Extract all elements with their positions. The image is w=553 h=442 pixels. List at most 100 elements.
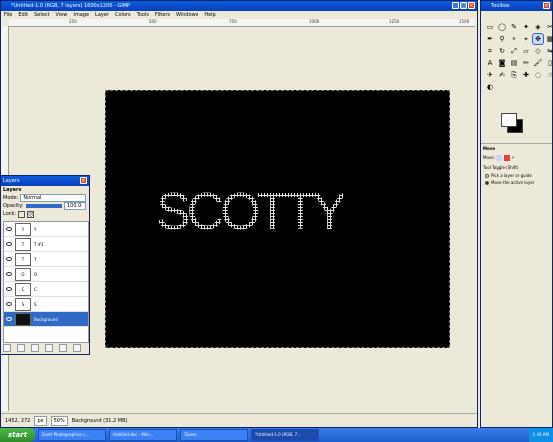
horizontal-ruler[interactable]: 250 500 750 1000 1250 1500 [9,19,475,27]
option-move-active[interactable]: Move the active layer [481,179,552,186]
start-button[interactable]: start [0,428,36,442]
layer-row[interactable]: Y Y [4,222,88,237]
zoom-icon[interactable]: ⚬ [509,34,519,44]
eye-icon[interactable] [6,302,12,306]
opacity-input[interactable]: 100.0 [64,202,86,210]
maximize-button[interactable]: □ [460,2,467,9]
foreground-color-swatch[interactable] [501,113,517,127]
layer-row[interactable]: T T [4,252,88,267]
image-canvas[interactable]: SCOTTY [105,90,450,348]
menu-file[interactable]: File [4,11,12,19]
menu-filters[interactable]: Filters [155,11,170,19]
layer-name[interactable]: Y [34,227,36,232]
smudge-icon[interactable]: ☝ [545,70,553,80]
convolve-icon[interactable]: ◌ [533,70,543,80]
align-icon[interactable]: ▦ [545,34,553,44]
layers-titlebar[interactable]: Layers × [1,176,89,186]
ellipse-select-icon[interactable]: ◯ [497,22,507,32]
opacity-slider[interactable] [25,204,62,208]
taskbar-item-word[interactable]: Untitled.doc - Micr... [109,429,178,441]
window-titlebar[interactable]: *Untitled-1.0 (RGB, 7 layers) 1600x1200 … [1,1,477,11]
anchor-layer-icon[interactable] [59,344,67,352]
text-icon[interactable]: A [485,58,495,68]
heal-icon[interactable]: ✚ [521,70,531,80]
move-layer-mode-icon[interactable] [496,155,503,161]
rect-select-icon[interactable]: ▭ [485,22,495,32]
rotate-icon[interactable]: ↻ [497,46,507,56]
option-pick-layer[interactable]: Pick a layer or guide [481,172,552,179]
layer-row-selected[interactable]: Background [4,312,88,327]
delete-layer-icon[interactable] [73,344,81,352]
layer-name[interactable]: T #1 [34,242,44,247]
pencil-icon[interactable]: ✏ [521,58,531,68]
toolbox-close-button[interactable]: × [543,2,550,9]
airbrush-icon[interactable]: ✈ [485,70,495,80]
toolbox-titlebar[interactable]: Toolbox × [481,1,552,11]
layer-name[interactable]: Background [34,317,58,322]
perspective-icon[interactable]: ◇ [533,46,543,56]
layer-row[interactable]: T T #1 [4,237,88,252]
eye-icon[interactable] [6,287,12,291]
ink-icon[interactable]: ✍ [497,70,507,80]
move-selection-mode-icon[interactable] [503,155,510,161]
paths-icon[interactable]: ✒ [485,34,495,44]
eye-icon[interactable] [6,242,12,246]
menu-image[interactable]: Image [73,11,89,19]
taskbar-item-scott-photographics[interactable]: Scott Photographics (... [38,429,107,441]
layer-name[interactable]: C [34,287,37,292]
layer-name[interactable]: O [34,272,37,277]
layer-row[interactable]: C C [4,282,88,297]
layers-tab[interactable]: Layers [3,187,22,193]
color-select-icon[interactable]: ◈ [533,22,543,32]
layer-row[interactable]: O O [4,267,88,282]
fuzzy-select-icon[interactable]: ✦ [521,22,531,32]
eye-icon[interactable] [6,257,12,261]
menu-edit[interactable]: Edit [18,11,28,19]
raise-layer-icon[interactable] [17,344,25,352]
crop-icon[interactable]: ⌗ [485,46,495,56]
eye-icon[interactable] [6,272,12,276]
menu-windows[interactable]: Windows [176,11,198,19]
scissors-icon[interactable]: ✂ [545,22,553,32]
eye-icon[interactable] [6,317,12,321]
move-path-mode-icon[interactable]: ↗ [511,155,517,161]
layer-row[interactable]: S S [4,297,88,312]
flip-icon[interactable]: ⇋ [545,46,553,56]
dodge-burn-icon[interactable]: ◐ [485,82,495,92]
taskbar-item-gimp[interactable]: *Untitled-1.0 (RGB, 7... [251,429,320,441]
menu-tools[interactable]: Tools [137,11,149,19]
close-button[interactable]: × [468,2,475,9]
layer-name[interactable]: S [34,302,37,307]
taskbar-item-itunes[interactable]: iTunes [180,429,249,441]
move-icon[interactable]: ✥ [532,33,544,45]
mode-select[interactable]: Normal [20,194,86,202]
menu-help[interactable]: Help [204,11,215,19]
lock-pixels-checkbox[interactable] [18,210,26,218]
radio-move-active[interactable] [485,181,489,185]
lock-alpha-checkbox[interactable] [27,210,35,218]
duplicate-layer-icon[interactable] [45,344,53,352]
new-layer-icon[interactable] [3,344,11,352]
shear-icon[interactable]: ▱ [521,46,531,56]
menu-layer[interactable]: Layer [95,11,109,19]
eye-icon[interactable] [6,227,12,231]
blend-icon[interactable]: ▤ [509,58,519,68]
zoom-select[interactable]: 50% [50,415,68,426]
scale-icon[interactable]: ⤢ [509,46,519,56]
eraser-icon[interactable]: ▯ [545,58,553,68]
layer-name[interactable]: T [34,257,36,262]
menu-select[interactable]: Select [34,11,49,19]
color-picker-icon[interactable]: ⚲ [497,34,507,44]
free-select-icon[interactable]: ✎ [509,22,519,32]
system-tray-clock[interactable]: 1:44 AM [528,428,553,442]
minimize-button[interactable]: _ [452,2,459,9]
layer-list[interactable]: Y Y T T #1 T T O O C C S S Background [3,221,89,343]
unit-select[interactable]: px [34,415,47,426]
lower-layer-icon[interactable] [31,344,39,352]
menu-view[interactable]: View [56,11,68,19]
menu-colors[interactable]: Colors [115,11,131,19]
layers-close-button[interactable]: × [80,177,87,184]
radio-pick-layer[interactable] [485,174,489,178]
bucket-fill-icon[interactable]: ◙ [497,58,507,68]
measure-icon[interactable]: ⌖ [521,34,531,44]
